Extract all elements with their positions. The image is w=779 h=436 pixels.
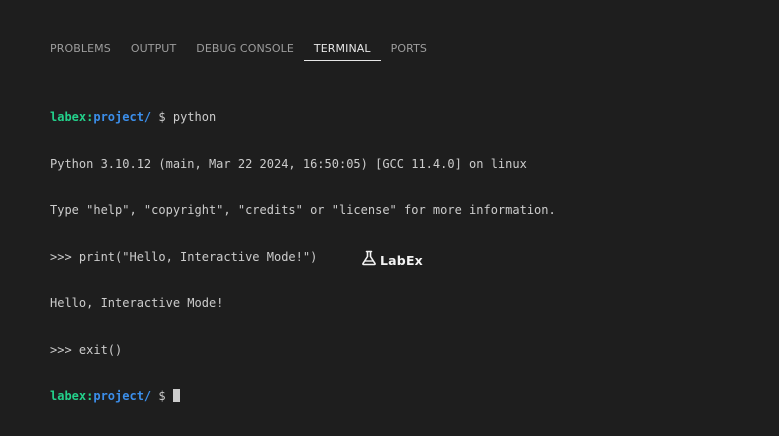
terminal-line: labex:project/ $: [50, 389, 769, 405]
terminal-line: Hello, Interactive Mode!: [50, 296, 224, 310]
prompt-user: labex: [50, 110, 87, 124]
terminal-panel: PROBLEMS OUTPUT DEBUG CONSOLE TERMINAL P…: [0, 0, 779, 403]
terminal-line: Python 3.10.12 (main, Mar 22 2024, 16:50…: [50, 156, 527, 171]
labex-logo: LabEx: [361, 250, 423, 270]
flask-icon: [361, 250, 377, 270]
terminal-cursor: [172, 389, 180, 402]
command-text: python: [172, 110, 217, 124]
tab-ports[interactable]: PORTS: [381, 38, 437, 61]
prompt-user: labex: [50, 389, 87, 403]
tab-debug-console[interactable]: DEBUG CONSOLE: [186, 38, 304, 61]
terminal-line: labex:project/ $ python: [50, 110, 217, 124]
prompt-path: project/: [93, 110, 152, 124]
tab-terminal[interactable]: TERMINAL: [303, 38, 381, 61]
panel-tab-bar: PROBLEMS OUTPUT DEBUG CONSOLE TERMINAL P…: [40, 38, 437, 62]
terminal-line: Type "help", "copyright", "credits" or "…: [50, 203, 556, 217]
prompt-symbol: $: [158, 110, 166, 124]
tab-problems[interactable]: PROBLEMS: [40, 38, 121, 61]
prompt-symbol: $: [158, 389, 166, 403]
terminal-line: >>> exit(): [50, 342, 123, 357]
prompt-path: project/: [93, 389, 152, 403]
brand-name: LabEx: [380, 252, 423, 268]
tab-output[interactable]: OUTPUT: [121, 38, 186, 61]
